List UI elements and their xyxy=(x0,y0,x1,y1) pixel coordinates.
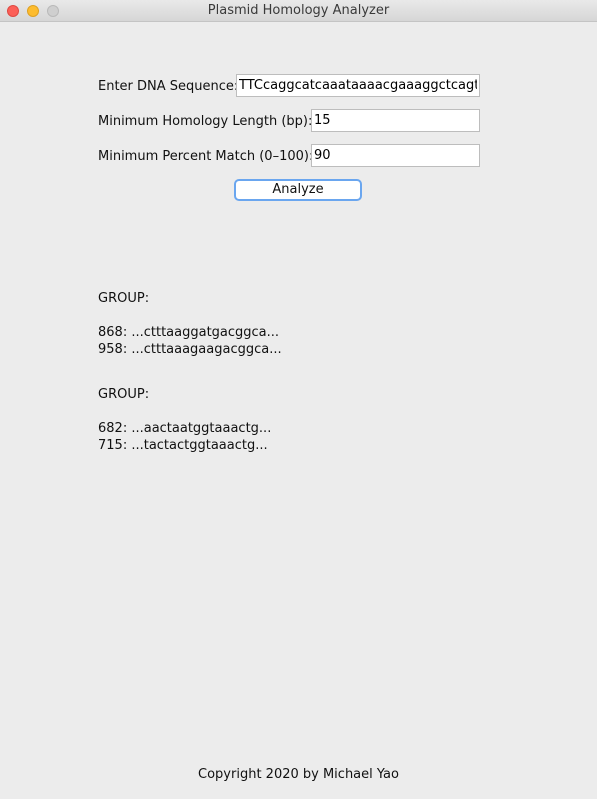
sequence-input[interactable] xyxy=(236,74,480,97)
group-title: GROUP: xyxy=(98,291,150,306)
results-panel: GROUP: 868: ...ctttaaggatgacggca... 958:… xyxy=(98,290,282,482)
match-line: 868: ...ctttaaggatgacggca... xyxy=(98,325,280,340)
match-line: 715: ...tactactggtaaactg... xyxy=(98,438,268,453)
group-title: GROUP: xyxy=(98,387,150,402)
min-percent-input[interactable] xyxy=(311,144,480,167)
result-group: GROUP: 682: ...aactaatggtaaactg... 715: … xyxy=(98,386,282,454)
copyright-footer: Copyright 2020 by Michael Yao xyxy=(198,767,399,782)
min-percent-label: Minimum Percent Match (0–100): xyxy=(98,149,314,164)
min-length-label: Minimum Homology Length (bp): xyxy=(98,114,313,129)
min-length-input[interactable] xyxy=(311,109,480,132)
match-line: 682: ...aactaatggtaaactg... xyxy=(98,421,272,436)
match-line: 958: ...ctttaaagaagacggca... xyxy=(98,342,282,357)
title-bar: Plasmid Homology Analyzer xyxy=(0,0,597,22)
analyze-button[interactable]: Analyze xyxy=(234,179,362,201)
sequence-label: Enter DNA Sequence: xyxy=(98,79,239,94)
window-title: Plasmid Homology Analyzer xyxy=(207,3,390,18)
result-group: GROUP: 868: ...ctttaaggatgacggca... 958:… xyxy=(98,290,282,358)
